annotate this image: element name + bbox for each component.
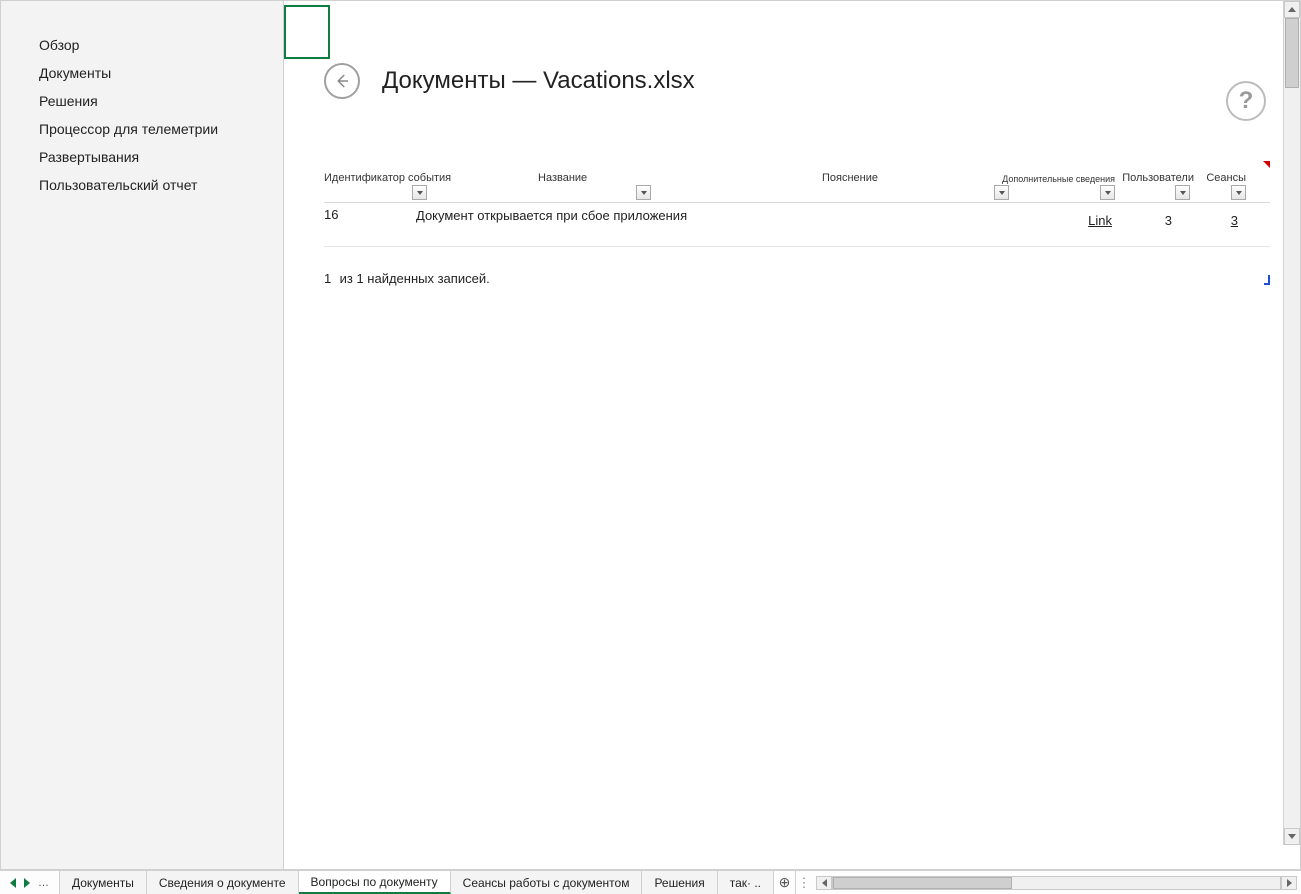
main-content: Документы — Vacations.xlsx ? Идентификат… xyxy=(284,1,1300,869)
filter-button-name[interactable] xyxy=(636,185,651,200)
table-header: Идентификатор события Название Пояснение… xyxy=(324,161,1270,203)
tab-nav-ellipsis[interactable]: … xyxy=(38,877,49,889)
sidebar: Обзор Документы Решения Процессор для те… xyxy=(1,1,284,869)
table-footer: 1 из 1 найденных записей. xyxy=(324,271,1270,286)
footer-text: из 1 найденных записей. xyxy=(340,271,490,286)
col-header-description: Пояснение xyxy=(822,172,878,184)
col-header-name: Название xyxy=(538,172,587,184)
table-row[interactable]: 16 Документ открывается при сбое приложе… xyxy=(324,203,1270,247)
filter-button-sessions[interactable] xyxy=(1231,185,1246,200)
sheet-tab-document-details[interactable]: Сведения о документе xyxy=(147,871,299,894)
sheet-tab-document-sessions[interactable]: Сеансы работы с документом xyxy=(451,871,643,894)
filter-button-info[interactable] xyxy=(1100,185,1115,200)
sheet-tab-solutions[interactable]: Решения xyxy=(642,871,717,894)
horizontal-scroll-thumb[interactable] xyxy=(833,877,1012,889)
resize-handle-icon[interactable] xyxy=(1264,275,1270,285)
cell-name: Документ открывается при сбое приложения xyxy=(416,207,687,225)
filter-button-description[interactable] xyxy=(994,185,1009,200)
question-icon: ? xyxy=(1239,87,1254,115)
cell-sessions-link[interactable]: 3 xyxy=(1231,213,1238,228)
scroll-down-button[interactable] xyxy=(1284,828,1300,845)
filter-button-event-id[interactable] xyxy=(412,185,427,200)
arrow-left-icon xyxy=(333,72,351,90)
help-button[interactable]: ? xyxy=(1226,81,1266,121)
sidebar-item-deployments[interactable]: Развертывания xyxy=(39,143,273,171)
sidebar-item-solutions[interactable]: Решения xyxy=(39,87,273,115)
sidebar-item-telemetry-processor[interactable]: Процессор для телеметрии xyxy=(39,115,273,143)
scroll-left-button[interactable] xyxy=(816,876,832,890)
tab-nav-prev[interactable] xyxy=(10,878,16,888)
sheet-tab-bar: … Документы Сведения о документе Вопросы… xyxy=(0,870,1301,894)
horizontal-scroll-track[interactable] xyxy=(832,876,1281,890)
vertical-scroll-track[interactable] xyxy=(1284,18,1300,828)
comment-indicator-icon[interactable] xyxy=(1263,161,1270,168)
vertical-scroll-thumb[interactable] xyxy=(1285,18,1299,88)
scroll-up-button[interactable] xyxy=(1284,1,1300,18)
filter-button-users[interactable] xyxy=(1175,185,1190,200)
col-header-sessions: Сеансы xyxy=(1206,172,1246,184)
tab-nav-next[interactable] xyxy=(24,878,30,888)
sheet-tab-more[interactable]: так· .. xyxy=(718,871,774,894)
horizontal-scrollbar[interactable] xyxy=(812,871,1301,894)
sidebar-item-custom-report[interactable]: Пользовательский отчет xyxy=(39,171,273,199)
cell-info-link[interactable]: Link xyxy=(1088,213,1112,228)
col-header-event-id: Идентификатор события xyxy=(324,172,451,184)
vertical-scrollbar[interactable] xyxy=(1283,1,1300,845)
back-button[interactable] xyxy=(324,63,360,99)
events-table: Идентификатор события Название Пояснение… xyxy=(324,161,1270,286)
sidebar-item-overview[interactable]: Обзор xyxy=(39,31,273,59)
add-sheet-button[interactable]: ⊕ xyxy=(774,871,796,894)
sheet-tab-documents[interactable]: Документы xyxy=(59,871,147,894)
cell-users: 3 xyxy=(1165,213,1172,228)
page-title: Документы — Vacations.xlsx xyxy=(382,67,695,95)
tab-options-button[interactable]: ⋮ xyxy=(796,871,812,894)
sheet-tab-document-issues[interactable]: Вопросы по документу xyxy=(299,871,451,894)
col-header-users: Пользователи xyxy=(1122,172,1194,184)
scroll-right-button[interactable] xyxy=(1281,876,1297,890)
cell-event-id: 16 xyxy=(324,207,338,222)
selected-cell-indicator[interactable] xyxy=(284,5,330,59)
footer-count: 1 xyxy=(324,271,336,286)
sidebar-item-documents[interactable]: Документы xyxy=(39,59,273,87)
col-header-info: Дополнительные сведения xyxy=(1002,174,1115,184)
